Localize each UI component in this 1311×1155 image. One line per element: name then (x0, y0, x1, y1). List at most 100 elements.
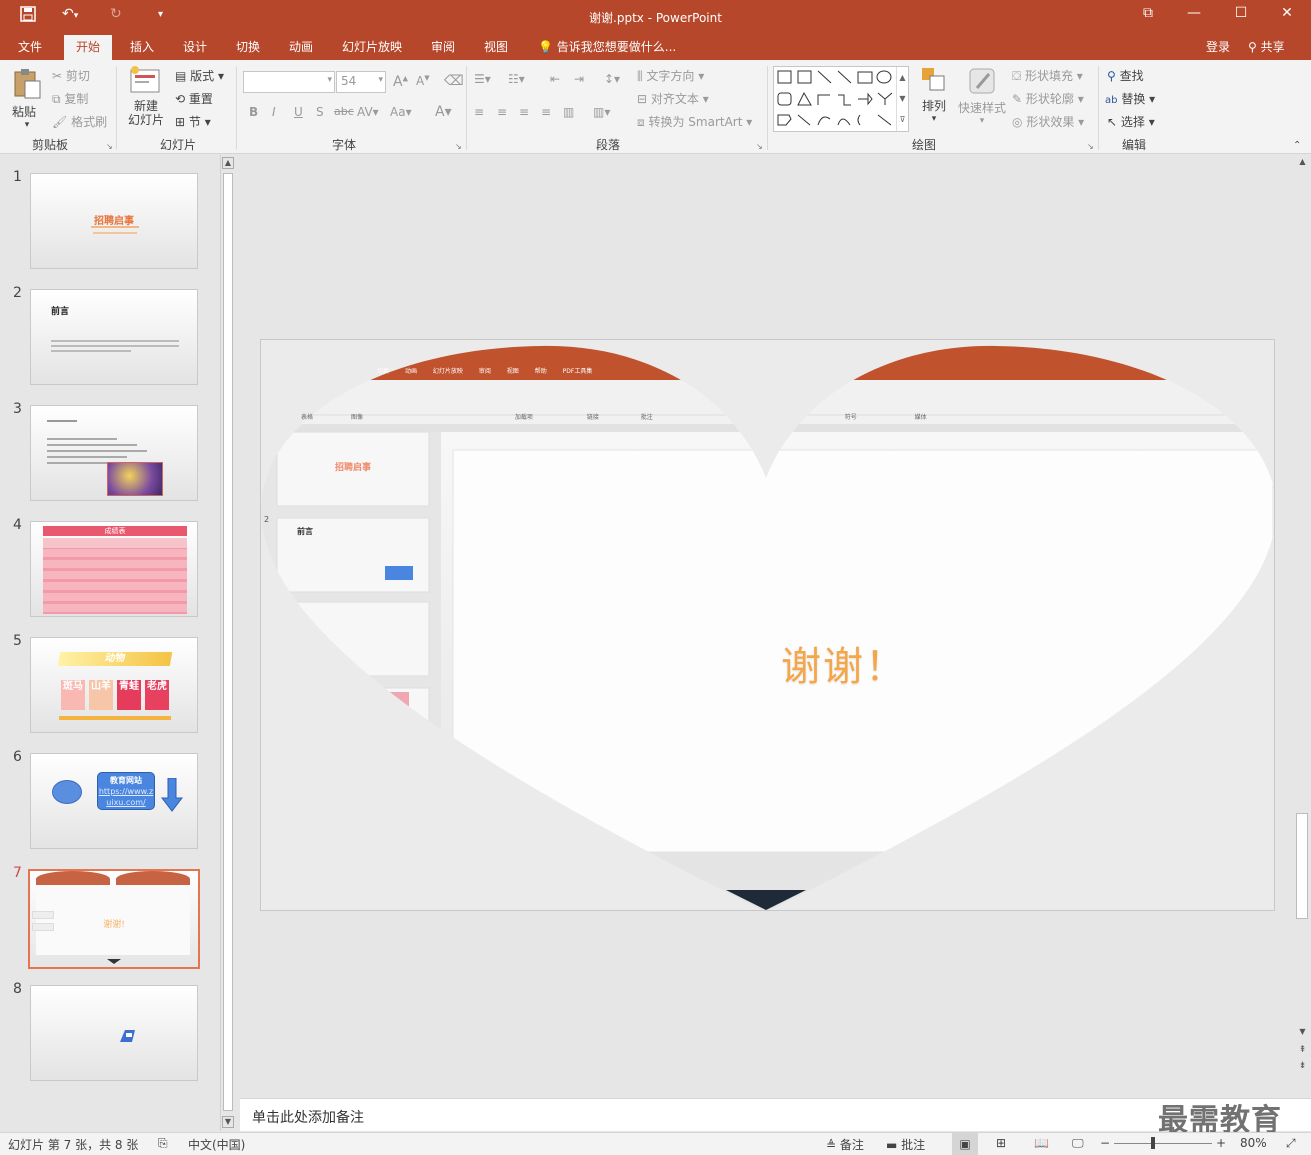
tab-slideshow[interactable]: 幻灯片放映 (342, 38, 402, 55)
next-slide-icon[interactable]: ⇟ (1296, 1061, 1309, 1073)
numbering-icon[interactable]: ☷▾ (508, 72, 525, 86)
tab-design[interactable]: 设计 (183, 38, 207, 55)
format-painter-button[interactable]: 🖌 格式刷 (52, 113, 107, 130)
layout-button[interactable]: ▤ 版式 ▾ (175, 67, 224, 84)
replace-icon: ab (1105, 95, 1118, 106)
clear-formatting-icon[interactable]: ⌫ (444, 73, 464, 89)
fit-slide-icon[interactable]: ⤢ (1286, 1136, 1296, 1151)
zoom-slider[interactable] (1114, 1143, 1212, 1144)
slide-thumbnail-2[interactable]: 前言 (30, 289, 198, 385)
decrease-indent-icon[interactable]: ⇤ (550, 72, 560, 86)
slide-counter: 幻灯片 第 7 张，共 8 张 (8, 1138, 139, 1152)
section-button[interactable]: ⊞ 节 ▾ (175, 113, 211, 130)
shadow-icon[interactable]: S (316, 105, 324, 119)
replace-button[interactable]: ab 替换 ▾ (1105, 90, 1155, 107)
dialog-launcher-icon[interactable]: ↘ (1087, 142, 1094, 151)
reading-view-icon[interactable]: 📖 (1034, 1136, 1049, 1150)
increase-indent-icon[interactable]: ⇥ (574, 72, 584, 86)
slide-sorter-icon[interactable]: ⊞ (996, 1136, 1006, 1150)
dialog-launcher-icon[interactable]: ↘ (106, 142, 113, 151)
font-size-box[interactable]: 54 ▾ (336, 71, 386, 93)
font-color-icon[interactable]: A▾ (435, 104, 452, 120)
align-right-icon[interactable]: ≡ (519, 105, 529, 119)
slide-title-text[interactable]: 谢谢！ (781, 634, 907, 692)
columns-icon[interactable]: ▥▾ (593, 105, 610, 119)
tab-review[interactable]: 审阅 (431, 38, 455, 55)
pen-icon: ✎ (1012, 92, 1023, 106)
notes-toggle[interactable]: ≜ 备注 (826, 1136, 864, 1153)
arrange-button[interactable]: 排列 ▾ (918, 66, 950, 124)
minimize-button[interactable]: — (1182, 5, 1206, 21)
align-left-icon[interactable]: ≡ (474, 105, 484, 119)
new-slide-button[interactable]: 新建 幻灯片 (124, 66, 168, 127)
font-size-decrease-icon[interactable]: A▼ (416, 74, 430, 88)
find-button[interactable]: ⚲ 查找 (1107, 67, 1144, 84)
copy-button[interactable]: ⧉ 复制 (52, 90, 88, 107)
italic-icon[interactable]: I (272, 105, 276, 119)
bullets-icon[interactable]: ☰▾ (474, 72, 491, 86)
spellcheck-icon[interactable]: ⎘ (158, 1136, 168, 1151)
slide-thumbnail-1[interactable]: 招聘启事 (30, 173, 198, 269)
editor-scrollbar[interactable]: ▲ ▼ ⇞ ⇟ (1294, 155, 1311, 1095)
quick-styles-button[interactable]: 快速样式 ▾ (956, 66, 1008, 126)
shape-outline-button[interactable]: ✎ 形状轮廓 ▾ (1012, 90, 1084, 107)
ribbon-display-options-icon[interactable]: ⧉ (1136, 5, 1160, 21)
collapse-ribbon-icon[interactable]: ⌃ (1293, 140, 1301, 151)
close-button[interactable]: ✕ (1275, 5, 1299, 21)
underline-icon[interactable]: U (294, 105, 303, 119)
thumb-number: 4 (13, 517, 22, 533)
font-name-box[interactable]: ▾ (243, 71, 335, 93)
distributed-icon[interactable]: ▥ (563, 105, 574, 119)
font-size-increase-icon[interactable]: A▲ (393, 74, 408, 90)
thumbnail-scrollbar[interactable]: ▲ ▼ (220, 155, 235, 1131)
tab-view[interactable]: 视图 (484, 38, 508, 55)
slide-thumbnail-7[interactable]: 谢谢! (28, 869, 200, 969)
login-link[interactable]: 登录 (1206, 38, 1230, 55)
char-spacing-icon[interactable]: AV▾ (357, 105, 379, 119)
share-button[interactable]: ⚲ 共享 (1248, 38, 1285, 55)
paste-button[interactable]: 粘贴 ▾ (12, 68, 42, 130)
bold-icon[interactable]: B (249, 105, 258, 119)
language-indicator[interactable]: 中文(中国) (188, 1136, 245, 1153)
slide-thumbnail-3[interactable] (30, 405, 198, 501)
change-case-icon[interactable]: Aa▾ (390, 105, 412, 119)
tab-animations[interactable]: 动画 (289, 38, 313, 55)
shapes-icon (777, 70, 893, 126)
tell-me-box[interactable]: 💡 告诉我您想要做什么... (538, 38, 676, 55)
strikethrough-icon[interactable]: abc (334, 105, 354, 118)
text-direction-button[interactable]: ⫼ 文字方向 ▾ (637, 67, 704, 84)
maximize-button[interactable]: ☐ (1229, 5, 1253, 21)
select-button[interactable]: ↖ 选择 ▾ (1107, 113, 1155, 130)
group-label-slides: 幻灯片 (160, 138, 197, 152)
slide-thumbnail-4[interactable]: 成绩表 (30, 521, 198, 617)
notes-pane[interactable]: 单击此处添加备注 最需教育 (240, 1098, 1311, 1138)
slide-thumbnail-6[interactable]: 教育网站 https://www.zuixu.com/ (30, 753, 198, 849)
comments-toggle[interactable]: ▬ 批注 (886, 1136, 925, 1153)
tab-file[interactable]: 文件 (18, 38, 42, 55)
slide-thumbnail-5[interactable]: 动物 斑马 山羊 青蛙 老虎 (30, 637, 198, 733)
tab-insert[interactable]: 插入 (130, 38, 154, 55)
dialog-launcher-icon[interactable]: ↘ (455, 142, 462, 151)
zoom-slider-thumb[interactable] (1151, 1137, 1155, 1149)
zoom-level[interactable]: 80% (1240, 1136, 1267, 1150)
normal-view-icon[interactable]: ▣ (952, 1133, 978, 1155)
prev-slide-icon[interactable]: ⇞ (1296, 1045, 1309, 1057)
reset-button[interactable]: ⟲ 重置 (175, 90, 213, 107)
line-spacing-icon[interactable]: ↕▾ (604, 72, 620, 86)
slide-thumbnail-8[interactable] (30, 985, 198, 1081)
shapes-gallery[interactable]: ▲ ▼ ⊽ (773, 66, 909, 132)
shape-effects-button[interactable]: ◎ 形状效果 ▾ (1012, 113, 1084, 130)
align-text-button[interactable]: ⊟ 对齐文本 ▾ (637, 90, 709, 107)
zoom-in-icon[interactable]: + (1216, 1136, 1226, 1150)
dialog-launcher-icon[interactable]: ↘ (756, 142, 763, 151)
align-center-icon[interactable]: ≡ (497, 105, 507, 119)
cut-button[interactable]: ✂ 剪切 (52, 67, 90, 84)
tab-transitions[interactable]: 切换 (236, 38, 260, 55)
shape-fill-button[interactable]: ⛋ 形状填充 ▾ (1012, 67, 1083, 84)
current-slide[interactable]: 切换 动画 幻灯片放映 审阅 视图 帮助 PDF工具集 表格 图像 加载项 链接… (260, 339, 1275, 911)
zoom-out-icon[interactable]: − (1100, 1136, 1110, 1150)
tab-home[interactable]: 开始 (64, 35, 113, 61)
slideshow-view-icon[interactable]: 🖵 (1072, 1136, 1084, 1151)
convert-smartart-button[interactable]: ⧈ 转换为 SmartArt ▾ (637, 113, 752, 130)
justify-icon[interactable]: ≡ (541, 105, 551, 119)
